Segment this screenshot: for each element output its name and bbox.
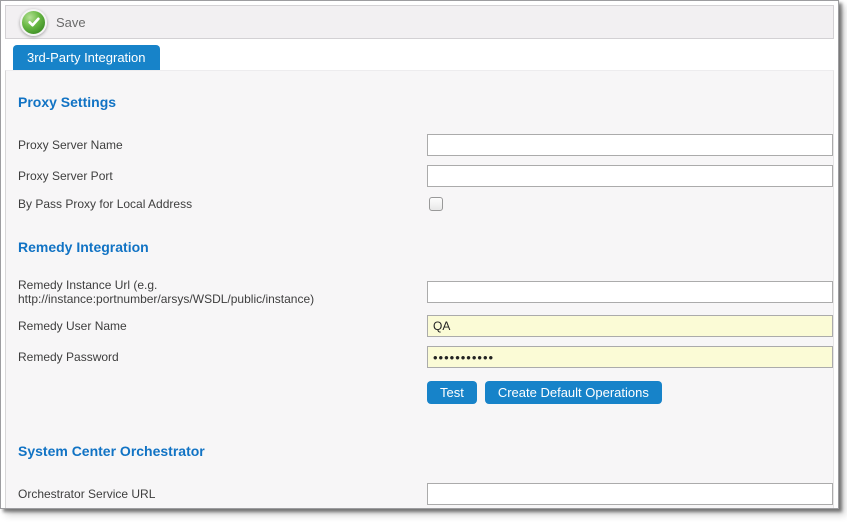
bypass-proxy-checkbox[interactable] (429, 197, 443, 211)
content-panel: Proxy Settings Proxy Server Name Proxy S… (5, 70, 834, 508)
proxy-server-name-input[interactable] (427, 134, 833, 156)
proxy-server-name-row: Proxy Server Name (6, 134, 833, 156)
proxy-settings-heading: Proxy Settings (6, 71, 833, 110)
remedy-instance-url-input[interactable] (427, 281, 833, 303)
settings-window: Save 3rd-Party Integration Proxy Setting… (0, 0, 839, 509)
remedy-instance-url-label: Remedy Instance Url (e.g. http://instanc… (18, 278, 427, 306)
proxy-server-port-row: Proxy Server Port (6, 165, 833, 187)
bypass-proxy-label: By Pass Proxy for Local Address (18, 197, 427, 211)
create-default-operations-button[interactable]: Create Default Operations (485, 381, 662, 404)
remedy-integration-heading: Remedy Integration (6, 212, 833, 255)
remedy-buttons-row: Test Create Default Operations (6, 381, 833, 404)
remedy-password-label: Remedy Password (18, 350, 427, 364)
proxy-server-name-label: Proxy Server Name (18, 138, 427, 152)
remedy-instance-url-row: Remedy Instance Url (e.g. http://instanc… (6, 278, 833, 306)
orchestrator-service-url-row: Orchestrator Service URL (6, 483, 833, 505)
toolbar: Save (5, 5, 834, 39)
test-button[interactable]: Test (427, 381, 477, 404)
tab-3rd-party-integration[interactable]: 3rd-Party Integration (13, 45, 160, 70)
proxy-server-port-input[interactable] (427, 165, 833, 187)
remedy-password-input[interactable] (427, 346, 833, 368)
orchestrator-service-url-input[interactable] (427, 483, 833, 505)
remedy-user-name-row: Remedy User Name (6, 315, 833, 337)
system-center-orchestrator-heading: System Center Orchestrator (6, 404, 833, 459)
save-button-label: Save (56, 15, 86, 30)
proxy-server-port-label: Proxy Server Port (18, 169, 427, 183)
remedy-user-name-label: Remedy User Name (18, 319, 427, 333)
tab-row: 3rd-Party Integration (13, 45, 838, 70)
save-check-icon (20, 9, 47, 36)
remedy-password-row: Remedy Password (6, 346, 833, 368)
bypass-proxy-row: By Pass Proxy for Local Address (6, 196, 833, 212)
save-button[interactable]: Save (18, 7, 92, 38)
remedy-user-name-input[interactable] (427, 315, 833, 337)
orchestrator-service-url-label: Orchestrator Service URL (18, 487, 427, 501)
